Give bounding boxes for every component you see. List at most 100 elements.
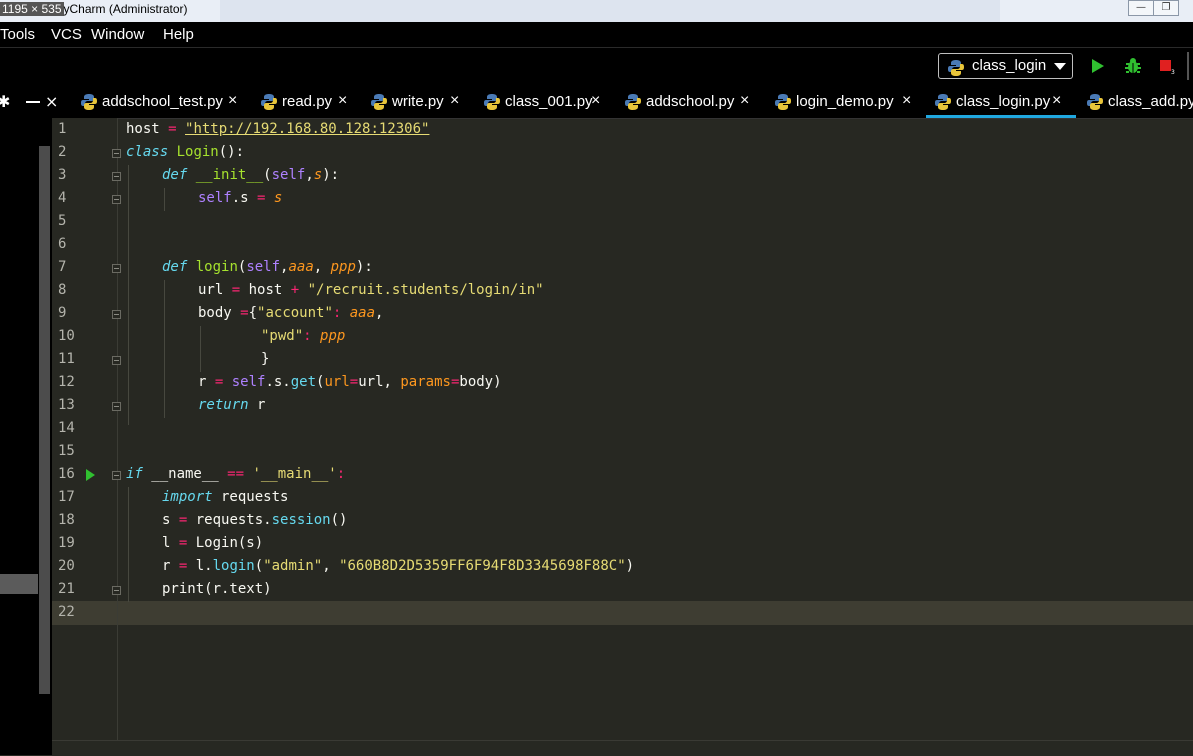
indent-guide bbox=[200, 326, 201, 372]
close-icon[interactable]: × bbox=[450, 92, 459, 110]
code-line-21: print(r.text) bbox=[162, 581, 272, 597]
indent-guide bbox=[164, 188, 165, 211]
code-line-4: self.s = s bbox=[198, 190, 283, 206]
line-number: 1 bbox=[58, 121, 67, 137]
svg-text:3: 3 bbox=[1171, 69, 1175, 75]
fold-icon[interactable] bbox=[112, 402, 121, 411]
close-icon[interactable]: × bbox=[45, 92, 58, 111]
current-line-highlight bbox=[52, 601, 1193, 625]
code-line-12: r = self.s.get(url=url, params=body) bbox=[198, 374, 502, 390]
fold-icon[interactable] bbox=[112, 172, 121, 181]
line-number: 19 bbox=[58, 535, 75, 551]
indent-guide bbox=[164, 280, 165, 418]
project-panel bbox=[0, 118, 52, 755]
window-title-text: yCharm (Administrator) bbox=[63, 2, 188, 16]
bug-icon[interactable] bbox=[1124, 57, 1142, 79]
screen-size-overlay: 1195 × 535 bbox=[0, 2, 64, 16]
tab-label: class_001.py bbox=[505, 93, 593, 110]
tab-label: class_login.py bbox=[956, 93, 1051, 110]
line-number: 22 bbox=[58, 604, 75, 620]
close-icon[interactable]: × bbox=[338, 92, 347, 110]
gear-icon[interactable]: ✱ bbox=[0, 92, 10, 111]
project-selected-row[interactable] bbox=[0, 574, 38, 594]
tab-addschool[interactable]: addschool.py × bbox=[624, 86, 759, 118]
python-file-icon bbox=[774, 93, 792, 115]
line-number: 14 bbox=[58, 420, 75, 436]
code-line-20: r = l.login("admin", "660B8D2D5359FF6F94… bbox=[162, 558, 635, 574]
tab-label: addschool.py bbox=[646, 93, 735, 110]
line-number: 6 bbox=[58, 236, 67, 252]
tab-label: class_add.py bbox=[1108, 93, 1193, 110]
toolbar-overflow-divider bbox=[1187, 52, 1189, 80]
python-file-icon bbox=[483, 93, 501, 115]
editor-tabs-bar: ✱ × addschool_test.py × read.py × write.… bbox=[0, 86, 1193, 119]
python-file-icon bbox=[80, 93, 98, 115]
line-number: 5 bbox=[58, 213, 67, 229]
editor-horizontal-scroll-area[interactable] bbox=[52, 740, 1193, 756]
menu-help[interactable]: Help bbox=[163, 26, 194, 43]
close-icon[interactable]: × bbox=[1052, 92, 1061, 110]
fold-icon[interactable] bbox=[112, 356, 121, 365]
minimize-panel-icon[interactable] bbox=[26, 101, 40, 103]
chevron-down-icon bbox=[1054, 63, 1066, 70]
fold-icon[interactable] bbox=[112, 471, 121, 480]
line-number: 21 bbox=[58, 581, 75, 597]
menu-vcs[interactable]: VCS bbox=[51, 26, 82, 43]
tab-class-login[interactable]: class_login.py × bbox=[926, 86, 1076, 118]
close-icon[interactable]: × bbox=[591, 92, 600, 110]
line-number: 17 bbox=[58, 489, 75, 505]
gutter-divider bbox=[117, 118, 118, 740]
code-line-3: def __init__(self,s): bbox=[162, 167, 340, 183]
tab-label: login_demo.py bbox=[796, 93, 894, 110]
run-configuration-selector[interactable]: class_login bbox=[938, 53, 1073, 79]
stop-icon[interactable]: 3 bbox=[1159, 59, 1175, 79]
tab-class-add[interactable]: class_add.py bbox=[1086, 86, 1193, 118]
fold-icon[interactable] bbox=[112, 149, 121, 158]
line-number: 16 bbox=[58, 466, 75, 482]
close-icon[interactable]: × bbox=[228, 92, 237, 110]
window-title: 1195 × 535 yCharm (Administrator) bbox=[0, 2, 188, 16]
code-line-17: import requests bbox=[162, 489, 289, 505]
line-number: 2 bbox=[58, 144, 67, 160]
code-line-8: url = host + "/recruit.students/login/in… bbox=[198, 282, 544, 298]
code-line-13: return r bbox=[198, 397, 266, 413]
menu-bar: Tools VCS Window Help bbox=[0, 22, 1193, 47]
tab-write[interactable]: write.py × bbox=[370, 86, 470, 118]
fold-icon[interactable] bbox=[112, 195, 121, 204]
line-number: 20 bbox=[58, 558, 75, 574]
line-number: 11 bbox=[58, 351, 75, 367]
code-line-7: def login(self,aaa, ppp): bbox=[162, 259, 373, 275]
menu-tools[interactable]: Tools bbox=[0, 26, 35, 43]
close-icon[interactable]: × bbox=[902, 92, 911, 110]
python-icon bbox=[947, 59, 965, 81]
close-icon[interactable]: × bbox=[740, 92, 749, 110]
fold-icon[interactable] bbox=[112, 310, 121, 319]
tab-read[interactable]: read.py × bbox=[260, 86, 355, 118]
title-bar-background-tabs bbox=[220, 0, 1000, 22]
python-file-icon bbox=[260, 93, 278, 115]
python-file-icon bbox=[370, 93, 388, 115]
line-number: 8 bbox=[58, 282, 67, 298]
line-number: 7 bbox=[58, 259, 67, 275]
fold-icon[interactable] bbox=[112, 586, 121, 595]
tab-label: write.py bbox=[392, 93, 444, 110]
code-line-10: "pwd": ppp bbox=[261, 328, 346, 344]
run-gutter-icon[interactable] bbox=[86, 469, 95, 481]
minimize-button[interactable]: — bbox=[1128, 0, 1154, 16]
project-scrollbar[interactable] bbox=[39, 146, 50, 694]
tab-class-001[interactable]: class_001.py × bbox=[483, 86, 608, 118]
line-number: 9 bbox=[58, 305, 67, 321]
restore-button[interactable]: ❐ bbox=[1153, 0, 1179, 16]
menu-window[interactable]: Window bbox=[91, 26, 144, 43]
python-file-icon bbox=[624, 93, 642, 115]
code-line-18: s = requests.session() bbox=[162, 512, 348, 528]
tab-login-demo[interactable]: login_demo.py × bbox=[774, 86, 919, 118]
code-line-16: if __name__ == '__main__': bbox=[126, 466, 346, 482]
indent-guide bbox=[128, 487, 129, 602]
python-file-icon bbox=[934, 93, 952, 115]
tab-addschool-test[interactable]: addschool_test.py × bbox=[80, 86, 245, 118]
fold-icon[interactable] bbox=[112, 264, 121, 273]
line-number: 15 bbox=[58, 443, 75, 459]
line-number: 4 bbox=[58, 190, 67, 206]
play-icon[interactable] bbox=[1091, 58, 1105, 78]
